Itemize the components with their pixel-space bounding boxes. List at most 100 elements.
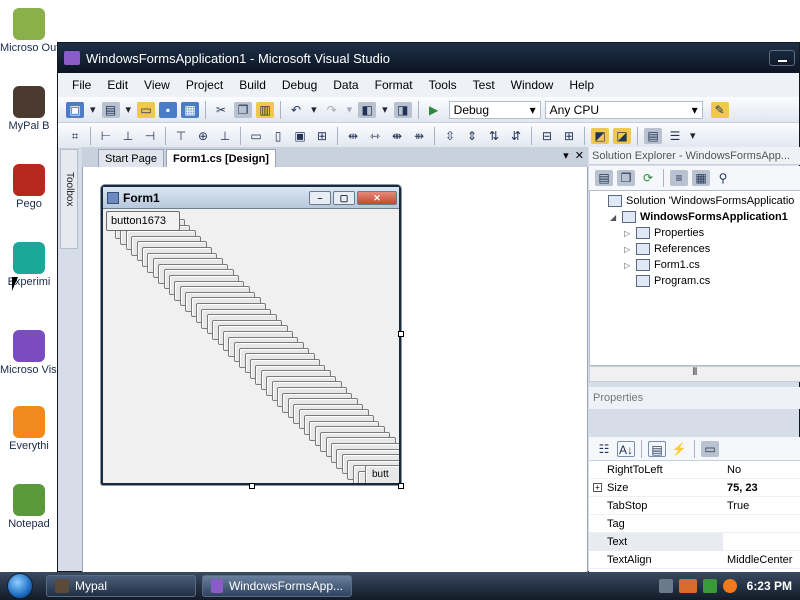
toolbar-options-icon[interactable]: ▾ bbox=[686, 129, 700, 142]
redo-dropdown-icon[interactable]: ▾ bbox=[343, 103, 357, 116]
properties-view-icon[interactable]: ▤ bbox=[648, 440, 666, 457]
property-value[interactable] bbox=[723, 515, 800, 533]
bring-to-front-icon[interactable]: ◩ bbox=[591, 127, 609, 144]
property-value[interactable]: 75, 23 bbox=[723, 479, 800, 497]
desktop-icon[interactable]: Experimi bbox=[0, 242, 58, 288]
property-value[interactable]: MiddleCenter bbox=[723, 551, 800, 569]
show-all-files-icon[interactable]: ❐ bbox=[617, 170, 635, 186]
keyboard-icon[interactable] bbox=[658, 579, 673, 593]
solution-explorer-header[interactable]: Solution Explorer - WindowsFormsApp... bbox=[589, 147, 800, 165]
property-row[interactable]: Text bbox=[589, 532, 800, 551]
resize-handle-right[interactable] bbox=[398, 331, 404, 337]
horizontal-spacing-equal-icon[interactable]: ⇹ bbox=[344, 128, 362, 144]
network-icon[interactable] bbox=[678, 579, 697, 593]
property-value[interactable] bbox=[723, 533, 800, 551]
form1-title-bar[interactable]: Form1 – ▢ ✕ bbox=[103, 187, 399, 209]
navigate-forward-icon[interactable]: ◨ bbox=[393, 101, 412, 118]
tree-item[interactable]: Program.cs bbox=[624, 273, 710, 289]
refresh-icon[interactable]: ⟳ bbox=[639, 170, 657, 186]
menu-data[interactable]: Data bbox=[325, 78, 366, 92]
solution-platform-combo[interactable]: Any CPU ▾ bbox=[544, 100, 703, 119]
expand-icon[interactable]: ◢ bbox=[610, 213, 620, 222]
navigate-dropdown-icon[interactable]: ▾ bbox=[378, 103, 392, 116]
align-to-grid-icon[interactable]: ⌗ bbox=[66, 128, 84, 144]
menu-view[interactable]: View bbox=[136, 78, 178, 92]
form1-client-area[interactable]: button1673 butt bbox=[103, 209, 399, 483]
start-button[interactable] bbox=[0, 572, 40, 600]
taskbar-button-visual-studio[interactable]: WindowsFormsApp... bbox=[202, 575, 352, 597]
decrease-vertical-spacing-icon[interactable]: ⇅ bbox=[485, 128, 503, 144]
lock-controls-icon[interactable]: ▤ bbox=[644, 127, 662, 144]
property-value[interactable]: True bbox=[723, 497, 800, 515]
menu-tools[interactable]: Tools bbox=[421, 78, 465, 92]
desktop-icon[interactable]: Pego bbox=[0, 164, 58, 210]
desktop-icon[interactable]: MyPal B bbox=[0, 86, 58, 132]
vertical-spacing-equal-icon[interactable]: ⇳ bbox=[441, 128, 459, 144]
property-row[interactable]: TabStop True bbox=[589, 497, 800, 515]
redo-icon[interactable]: ↷ bbox=[323, 102, 341, 118]
tree-item[interactable]: ▷ References bbox=[624, 241, 710, 257]
undo-dropdown-icon[interactable]: ▾ bbox=[307, 103, 321, 116]
search-icon[interactable] bbox=[722, 579, 737, 593]
expand-icon[interactable]: + bbox=[593, 482, 602, 492]
tree-item[interactable]: ▷ Form1.cs bbox=[624, 257, 700, 273]
form-maximize-button[interactable]: ▢ bbox=[333, 190, 355, 205]
categorized-icon[interactable]: ☷ bbox=[595, 441, 613, 457]
tab-form1-design[interactable]: Form1.cs [Design] bbox=[165, 149, 276, 167]
property-row[interactable]: TextAlign MiddleCenter bbox=[589, 551, 800, 569]
new-project-icon[interactable]: ▣ bbox=[66, 101, 84, 118]
minimize-button[interactable] bbox=[769, 50, 795, 66]
copy-icon[interactable]: ❐ bbox=[234, 101, 253, 118]
align-rights-icon[interactable]: ⊣ bbox=[141, 128, 159, 144]
property-pages-icon[interactable]: ▭ bbox=[701, 440, 719, 457]
solution-configuration-combo[interactable]: Debug ▾ bbox=[448, 100, 541, 119]
property-row[interactable]: Tag bbox=[589, 515, 800, 533]
events-icon[interactable]: ⚡ bbox=[670, 441, 688, 457]
increase-horizontal-spacing-icon[interactable]: ⇿ bbox=[366, 128, 384, 144]
menu-edit[interactable]: Edit bbox=[99, 78, 136, 92]
title-bar[interactable]: WindowsFormsApplication1 - Microsoft Vis… bbox=[58, 43, 799, 73]
form-minimize-button[interactable]: – bbox=[309, 190, 331, 205]
make-same-width-icon[interactable]: ▭ bbox=[247, 128, 265, 144]
taskbar-button-mypal[interactable]: Mypal bbox=[46, 575, 196, 597]
property-value[interactable]: No bbox=[723, 461, 800, 479]
desktop-icon[interactable]: Microso Visual Stu bbox=[0, 330, 58, 376]
resize-handle-corner[interactable] bbox=[398, 483, 404, 489]
remove-vertical-spacing-icon[interactable]: ⇵ bbox=[507, 128, 525, 144]
align-bottoms-icon[interactable]: ⊥ bbox=[216, 128, 234, 144]
desktop-icon[interactable]: Notepad bbox=[0, 484, 58, 530]
form-close-button[interactable]: ✕ bbox=[357, 190, 397, 205]
open-file-icon[interactable]: ▭ bbox=[137, 101, 156, 118]
save-icon[interactable]: ▪ bbox=[159, 101, 178, 118]
property-row[interactable]: RightToLeft No bbox=[589, 461, 800, 479]
form1-window[interactable]: Form1 – ▢ ✕ button1673 butt bbox=[101, 185, 401, 485]
tab-start-page[interactable]: Start Page bbox=[98, 149, 164, 167]
menu-project[interactable]: Project bbox=[178, 78, 231, 92]
remove-horizontal-spacing-icon[interactable]: ⇻ bbox=[410, 128, 428, 144]
align-tops-icon[interactable]: ⊤ bbox=[172, 128, 190, 144]
tab-order-icon[interactable]: ☰ bbox=[666, 128, 684, 144]
tab-list-dropdown-icon[interactable]: ▾ bbox=[563, 150, 569, 162]
toolbox-tab[interactable]: Toolbox bbox=[60, 149, 78, 249]
class-diagram-icon[interactable]: ⚲ bbox=[714, 170, 732, 186]
properties-icon[interactable]: ▤ bbox=[595, 170, 613, 186]
expand-icon[interactable]: ▷ bbox=[624, 229, 634, 238]
add-item-dropdown-icon[interactable]: ▾ bbox=[122, 103, 136, 116]
make-same-height-icon[interactable]: ▯ bbox=[269, 128, 287, 144]
decrease-horizontal-spacing-icon[interactable]: ⇼ bbox=[388, 128, 406, 144]
desktop-icon[interactable]: Everythi bbox=[0, 406, 58, 452]
resize-handle-bottom[interactable] bbox=[249, 483, 255, 489]
cut-icon[interactable]: ✂ bbox=[212, 102, 230, 118]
align-centers-icon[interactable]: ⊥ bbox=[119, 128, 137, 144]
stacked-button-last[interactable]: butt bbox=[365, 465, 399, 483]
properties-header[interactable]: Properties bbox=[589, 387, 800, 409]
clock[interactable]: 6:23 PM bbox=[747, 579, 792, 593]
alphabetical-icon[interactable]: A↓ bbox=[617, 440, 635, 457]
align-middles-icon[interactable]: ⊕ bbox=[194, 128, 212, 144]
navigate-backward-icon[interactable]: ◧ bbox=[358, 101, 377, 118]
center-horizontally-icon[interactable]: ⊟ bbox=[538, 128, 556, 144]
tree-item[interactable]: ◢ WindowsFormsApplication1 bbox=[610, 209, 788, 225]
menu-file[interactable]: File bbox=[64, 78, 99, 92]
menu-test[interactable]: Test bbox=[465, 78, 503, 92]
menu-format[interactable]: Format bbox=[367, 78, 421, 92]
